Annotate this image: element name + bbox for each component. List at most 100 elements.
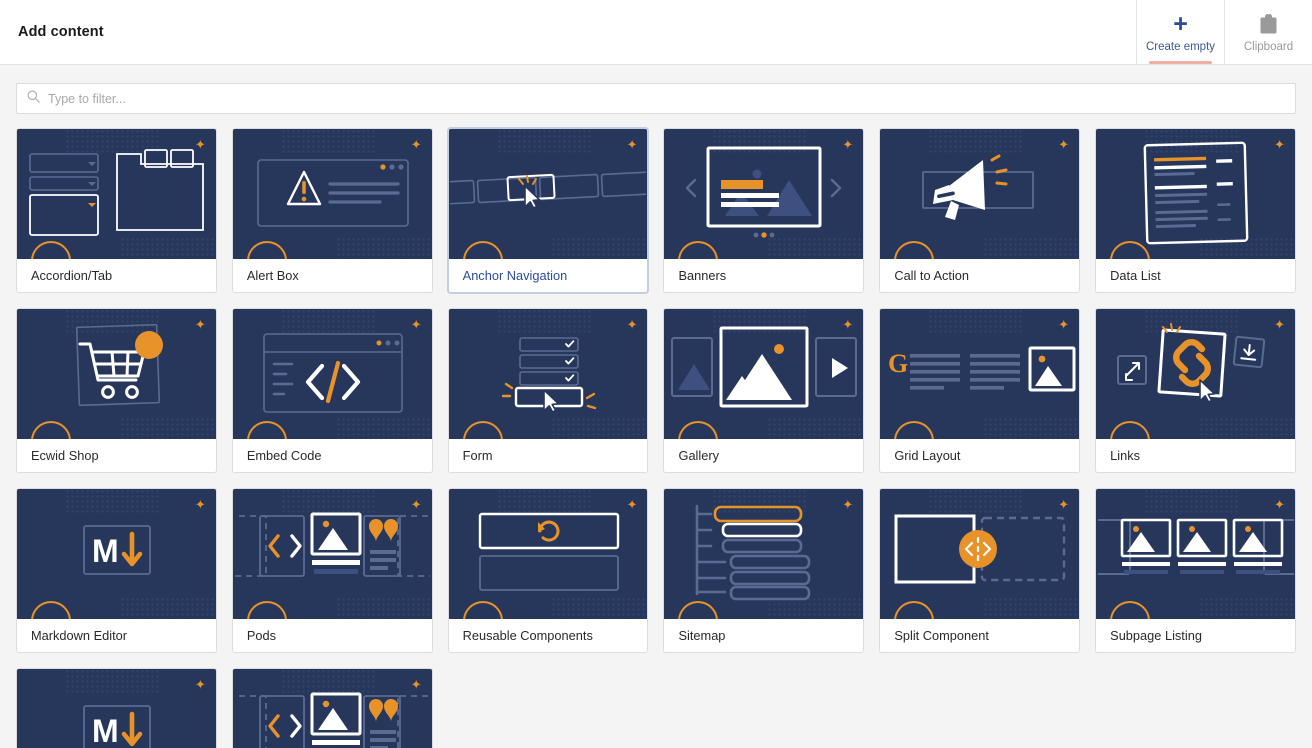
card-label: Reusable Components [448,619,648,652]
filter-section [0,65,1312,120]
reusable-illustration-icon [449,489,648,619]
content-card[interactable]: ✦ Subpage Listing [1095,488,1296,653]
card-thumbnail: ✦ [880,129,1080,259]
page-title: Add content [18,24,104,40]
sitemap-illustration-icon [664,489,863,619]
content-card[interactable]: ✦ Gallery [663,308,865,473]
card-thumbnail: ✦ [880,489,1080,619]
content-card[interactable]: ✦ Banners [663,128,865,293]
card-thumbnail: ✦ [232,669,432,748]
star-icon[interactable]: ✦ [195,498,206,511]
anchor-illustration-icon [449,129,648,259]
alert-illustration-icon [233,129,432,259]
star-icon[interactable]: ✦ [1274,138,1285,151]
card-label: Data List [1096,259,1295,292]
card-label: Alert Box [232,259,432,292]
content-type-grid: ✦ Accordion/Tab ✦ Alert Box ✦ Anchor Naviga… [0,120,1312,748]
search-input[interactable] [48,91,1285,106]
card-label: Banners [664,259,864,292]
star-icon[interactable]: ✦ [1058,318,1069,331]
card-label: Call to Action [880,259,1080,292]
header-actions: + Create empty Clipboard [1136,0,1312,64]
datalist-illustration-icon [1096,129,1295,259]
content-card[interactable]: ✦ Accordion/Tab [16,128,217,293]
card-thumbnail: ✦ [448,309,648,439]
card-thumbnail: ✦ [17,309,216,439]
star-icon[interactable]: ✦ [1274,318,1285,331]
content-card[interactable]: ✦ Data List [1095,128,1296,293]
content-card[interactable]: ✦ Links [1095,308,1296,473]
accordion-illustration-icon [17,129,216,259]
content-card[interactable]: ✦ Pods [231,488,433,653]
create-empty-button[interactable]: + Create empty [1136,0,1224,64]
pods-illustration-icon [233,489,432,619]
markdown-illustration-icon: M [17,669,216,748]
card-label: Embed Code [232,439,432,472]
star-icon[interactable]: ✦ [627,498,638,511]
content-card[interactable]: G ✦ Grid Layout [879,308,1081,473]
star-icon[interactable]: ✦ [411,498,422,511]
filter-box[interactable] [16,83,1296,114]
star-icon[interactable]: ✦ [627,318,638,331]
subpage-illustration-icon [1096,489,1295,619]
star-icon[interactable]: ✦ [842,318,853,331]
card-thumbnail: ✦ [232,309,432,439]
clipboard-button[interactable]: Clipboard [1224,0,1312,64]
svg-text:M: M [92,713,119,748]
content-card[interactable]: M ✦Markdown Editor [16,488,217,653]
star-icon[interactable]: ✦ [1058,138,1069,151]
star-icon[interactable]: ✦ [1058,498,1069,511]
create-empty-label: Create empty [1145,41,1216,53]
card-thumbnail: ✦ [1096,309,1295,439]
grid-illustration-icon: G [880,309,1079,439]
banner-illustration-icon [664,129,863,259]
card-thumbnail: ✦ [232,489,432,619]
search-icon [27,90,40,108]
content-card[interactable]: M ✦Markdown Editor [16,668,217,748]
card-label: Sitemap [664,619,864,652]
content-card[interactable]: ✦ Alert Box [231,128,433,293]
header-bar: Add content + Create empty Clipboard [0,0,1312,65]
card-label: Gallery [664,439,864,472]
content-card[interactable]: ✦ Ecwid Shop [16,308,217,473]
card-thumbnail: ✦ [664,129,864,259]
card-thumbnail: ✦ [1096,129,1295,259]
card-thumbnail: ✦ [448,129,648,259]
content-card[interactable]: ✦ Form [447,308,649,473]
star-icon[interactable]: ✦ [411,678,422,691]
card-thumbnail: ✦ [664,489,864,619]
card-thumbnail: ✦ [664,309,864,439]
content-card[interactable]: ✦ Split Component [879,488,1081,653]
star-icon[interactable]: ✦ [195,138,206,151]
split-illustration-icon [880,489,1079,619]
star-icon[interactable]: ✦ [842,138,853,151]
svg-text:G: G [888,349,908,378]
card-label: Form [448,439,648,472]
star-icon[interactable]: ✦ [411,138,422,151]
star-icon[interactable]: ✦ [1274,498,1285,511]
plus-icon: + [1173,9,1188,38]
card-label: Pods [232,619,432,652]
gallery-illustration-icon [664,309,863,439]
card-thumbnail: M ✦ [17,489,216,619]
card-label: Split Component [880,619,1080,652]
cart-illustration-icon [17,309,216,439]
content-card[interactable]: ✦ Sitemap [663,488,865,653]
card-label: Ecwid Shop [17,439,216,472]
star-icon[interactable]: ✦ [195,678,206,691]
star-icon[interactable]: ✦ [411,318,422,331]
star-icon[interactable]: ✦ [195,318,206,331]
content-card[interactable]: ✦ Call to Action [879,128,1081,293]
star-icon[interactable]: ✦ [627,138,638,151]
clipboard-icon [1259,11,1278,37]
content-card[interactable]: ✦ Reusable Components [447,488,649,653]
star-icon[interactable]: ✦ [842,498,853,511]
content-card[interactable]: ✦ Anchor Navigation [447,128,649,293]
card-label: Links [1096,439,1295,472]
content-card[interactable]: ✦Pods [231,668,433,748]
content-card[interactable]: ✦ Embed Code [231,308,433,473]
pods-illustration-icon [233,669,432,748]
card-label: Subpage Listing [1096,619,1295,652]
form-illustration-icon [449,309,648,439]
cta-illustration-icon [880,129,1079,259]
